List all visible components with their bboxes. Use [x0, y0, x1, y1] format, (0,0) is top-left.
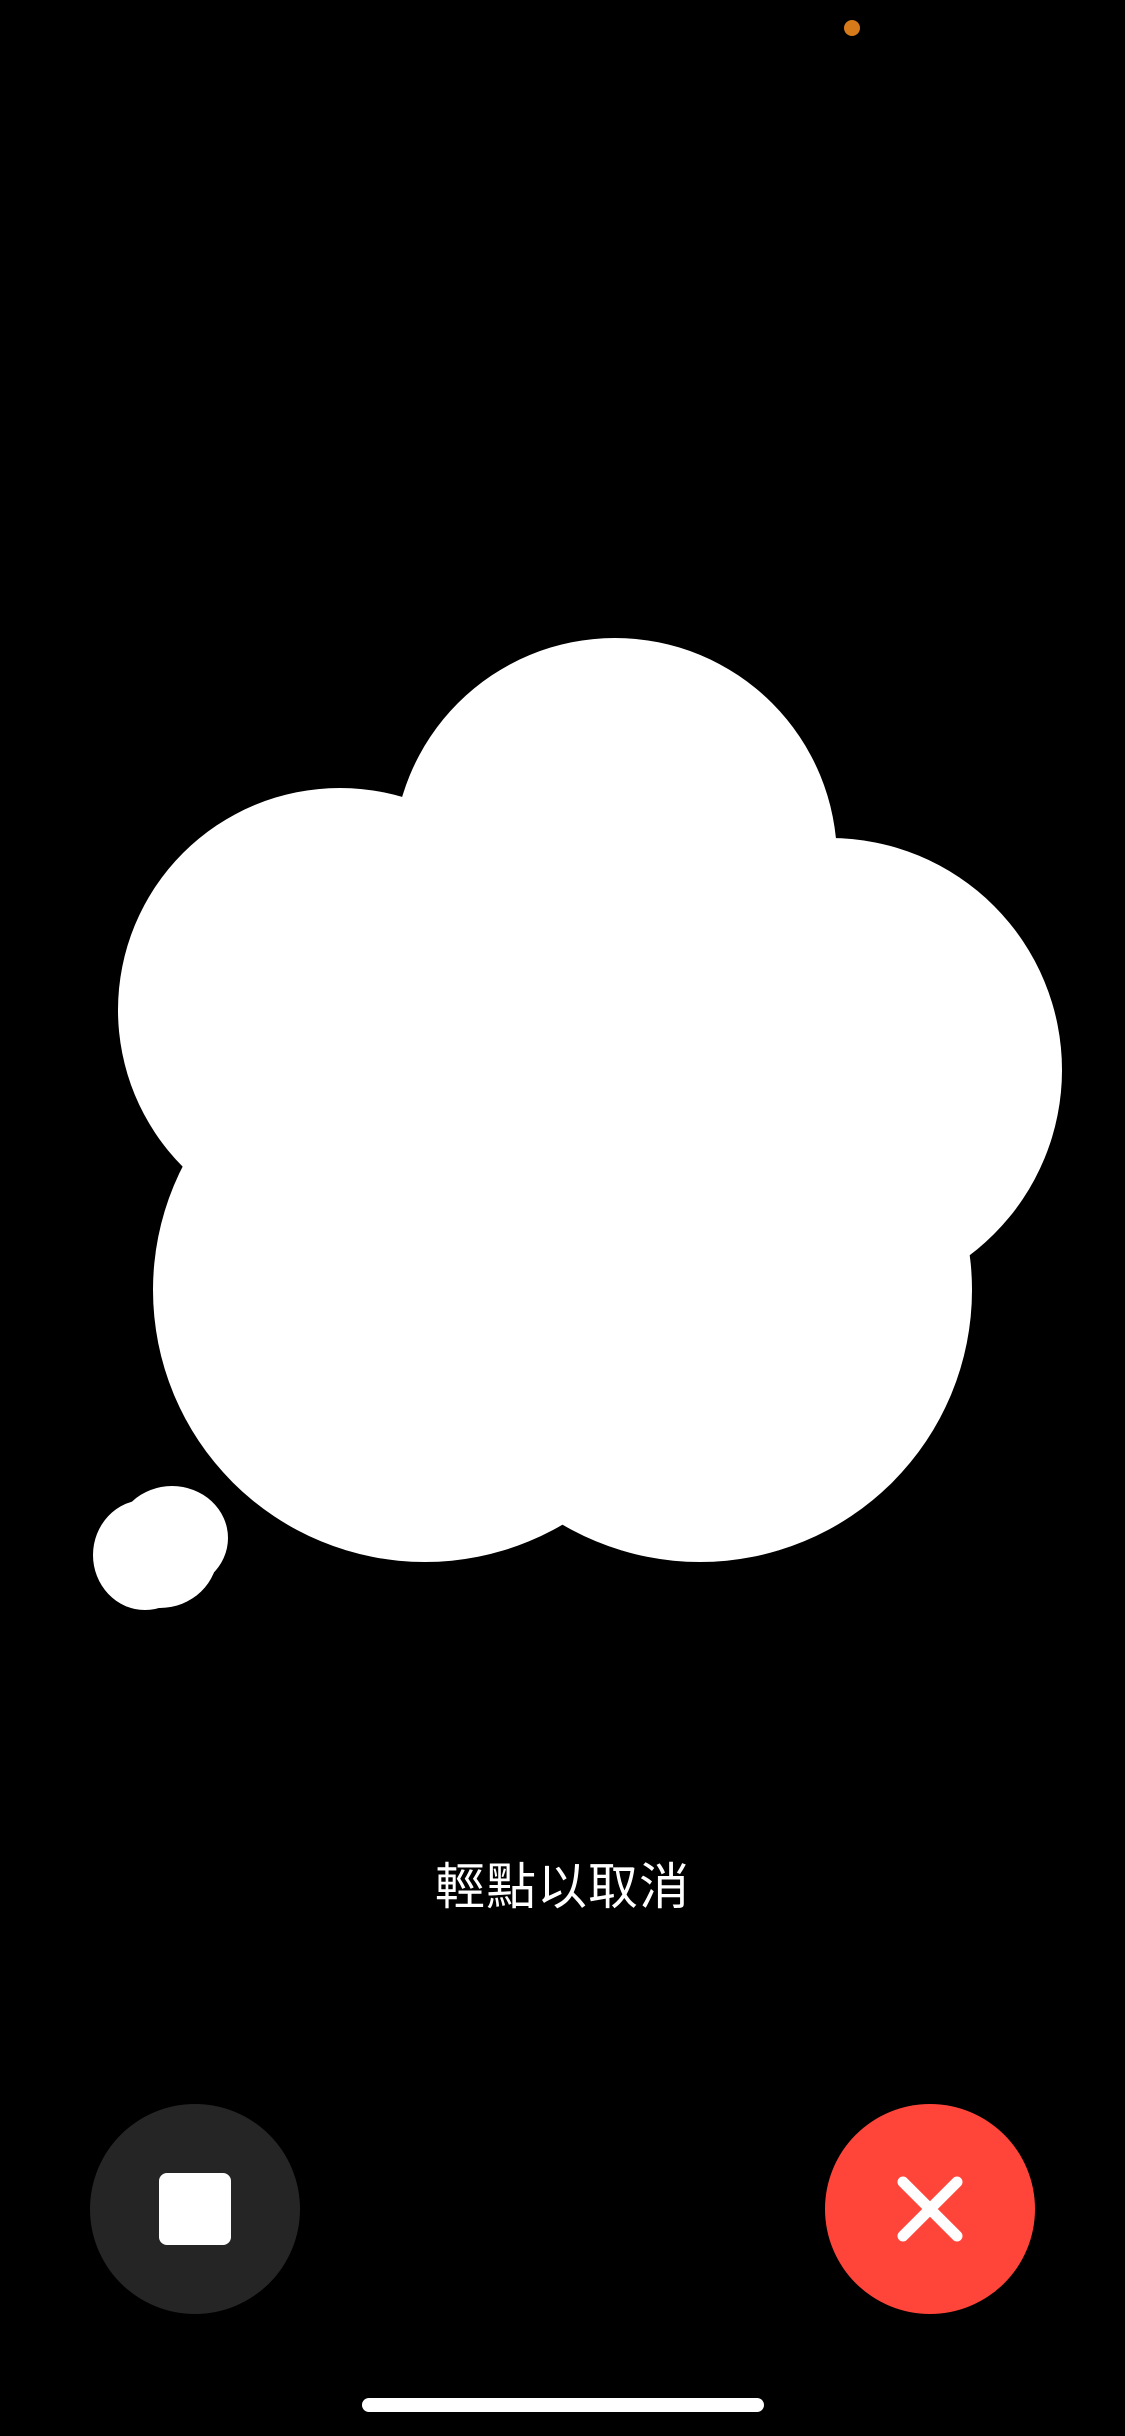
home-indicator[interactable]	[362, 2398, 764, 2412]
cancel-button[interactable]	[825, 2104, 1035, 2314]
thought-bubble-icon	[93, 638, 1062, 1610]
tap-to-cancel-label: 輕點以取消	[435, 1858, 690, 1916]
privacy-indicator-dot	[844, 20, 860, 36]
thought-bubble-visual[interactable]	[0, 600, 1125, 1650]
close-icon	[897, 2176, 963, 2242]
stop-icon	[159, 2173, 231, 2245]
stop-button[interactable]	[90, 2104, 300, 2314]
